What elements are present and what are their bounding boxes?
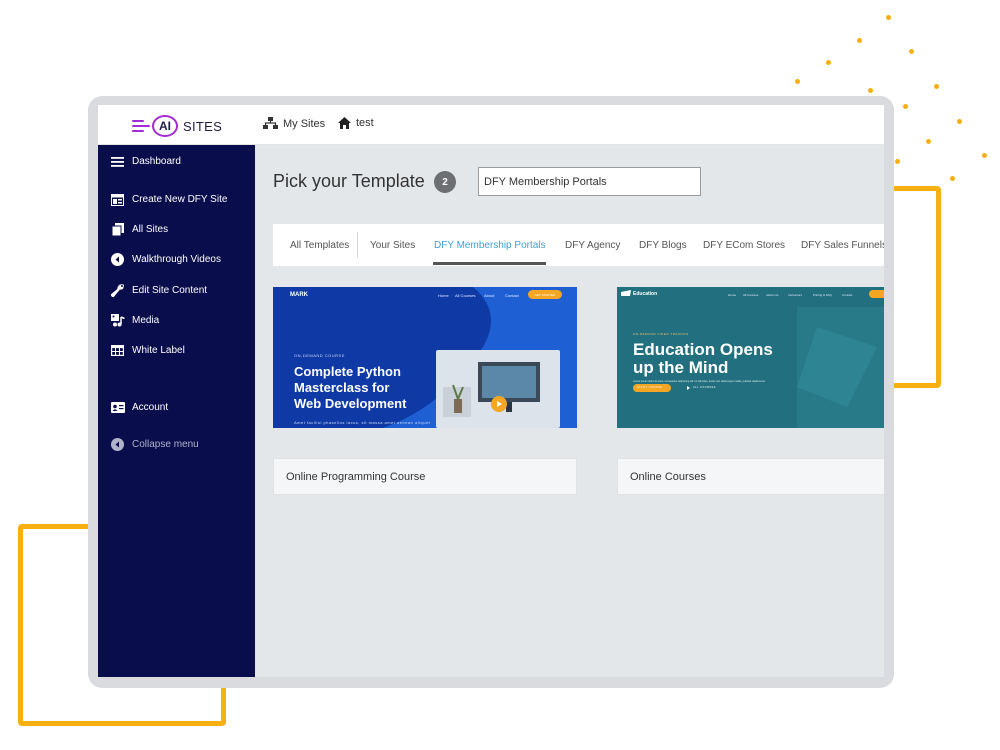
- hamburger-icon: [110, 154, 125, 169]
- sidebar-item-edit-site-content[interactable]: Edit Site Content: [110, 283, 207, 298]
- wrench-icon: [110, 283, 125, 298]
- template-card-title[interactable]: Online Programming Course: [273, 458, 577, 495]
- preview-nav-item: Instructors: [788, 293, 803, 297]
- collapse-icon: [110, 437, 125, 452]
- tab-dfy-agency[interactable]: DFY Agency: [565, 224, 620, 266]
- sidebar-item-label: White Label: [132, 345, 185, 356]
- sidebar-item-white-label[interactable]: White Label: [110, 343, 185, 358]
- tab-dfy-sales-funnels[interactable]: DFY Sales Funnels: [801, 224, 884, 266]
- sidebar-item-dashboard[interactable]: Dashboard: [110, 154, 181, 169]
- preview-get-started-button: GET STARTED: [528, 290, 562, 299]
- brand-logo[interactable]: AI SITES: [132, 114, 222, 138]
- template-card[interactable]: Education Home All Courses About Us Inst…: [617, 287, 884, 495]
- sidebar-item-label: Create New DFY Site: [132, 194, 228, 205]
- sidebar-item-label: All Sites: [132, 224, 169, 235]
- sidebar: Dashboard Create New DFY Site All Sites …: [98, 145, 255, 677]
- sidebar-item-account[interactable]: Account: [110, 400, 168, 415]
- preview-heading: Education Opens up the Mind: [633, 340, 773, 377]
- preview-eyebrow: ON-DEMAND COURSE: [294, 353, 345, 358]
- preview-nav-item: Contact: [842, 293, 853, 297]
- tab-dfy-blogs[interactable]: DFY Blogs: [639, 224, 687, 266]
- logo-ai-mark: AI: [152, 115, 178, 137]
- preview-nav-item: All Courses: [743, 293, 759, 297]
- copy-icon: [110, 222, 125, 237]
- tab-your-sites[interactable]: Your Sites: [370, 224, 415, 266]
- sidebar-item-label: Dashboard: [132, 156, 181, 167]
- template-icon: [110, 192, 125, 207]
- step-badge: 2: [434, 171, 456, 193]
- template-preview-image[interactable]: MARK Home All Courses About Contact GET …: [273, 287, 577, 428]
- breadcrumb-label: test: [356, 117, 374, 129]
- home-icon: [338, 117, 351, 129]
- preview-nav-item: Contact: [505, 293, 519, 298]
- preview-heading: Complete Python Masterclass for Web Deve…: [294, 364, 407, 411]
- preview-brand: MARK: [290, 292, 308, 298]
- sidebar-item-walkthrough-videos[interactable]: Walkthrough Videos: [110, 252, 221, 267]
- preview-nav-item: About: [484, 293, 495, 298]
- sidebar-item-label: Collapse menu: [132, 439, 199, 450]
- main-content: Pick your Template 2 All Templates Your …: [255, 145, 884, 677]
- tab-divider: [357, 232, 358, 258]
- template-preview-image[interactable]: Education Home All Courses About Us Inst…: [617, 287, 884, 428]
- preview-nav-item: Home: [438, 293, 449, 298]
- template-search-input[interactable]: [478, 167, 701, 196]
- tab-dfy-membership-portals[interactable]: DFY Membership Portals: [434, 224, 546, 266]
- top-bar: AI SITES My Sites test: [98, 105, 884, 145]
- sidebar-item-label: Account: [132, 402, 169, 413]
- preview-brand: Education: [633, 291, 658, 297]
- app-window: AI SITES My Sites test Dashboard Create …: [98, 105, 884, 677]
- logo-word: SITES: [183, 118, 223, 134]
- tab-dfy-ecom-stores[interactable]: DFY ECom Stores: [703, 224, 785, 266]
- sidebar-item-create-new-dfy-site[interactable]: Create New DFY Site: [110, 192, 227, 207]
- preview-nav-item: Home: [728, 293, 737, 297]
- preview-cta: START COURSE: [637, 386, 663, 389]
- breadcrumb-my-sites[interactable]: My Sites: [263, 117, 325, 130]
- preview-nav-item: All Courses: [455, 293, 476, 298]
- sitemap-icon: [263, 117, 278, 129]
- template-tabs: All Templates Your Sites DFY Membership …: [273, 224, 884, 266]
- sidebar-item-media[interactable]: Media: [110, 313, 159, 328]
- sidebar-item-label: Edit Site Content: [132, 285, 208, 296]
- sidebar-item-all-sites[interactable]: All Sites: [110, 222, 168, 237]
- preview-secondary-cta: ALL COURSES: [693, 386, 716, 389]
- template-card-title[interactable]: Online Courses: [617, 458, 884, 495]
- sidebar-item-label: Walkthrough Videos: [132, 254, 221, 265]
- tab-all-templates[interactable]: All Templates: [290, 224, 349, 266]
- breadcrumb-current-site[interactable]: test: [338, 117, 374, 129]
- breadcrumb-label: My Sites: [283, 117, 326, 130]
- sidebar-item-label: Media: [132, 315, 160, 326]
- circuit-lines-icon: [132, 118, 150, 134]
- play-circle-icon: [110, 252, 125, 267]
- template-card[interactable]: MARK Home All Courses About Contact GET …: [273, 287, 577, 495]
- id-card-icon: [110, 400, 125, 415]
- preview-blurb: Amet facilisi phasellus lacus, sit massa…: [294, 420, 431, 425]
- preview-nav-item: About Us: [766, 293, 779, 297]
- preview-blurb: Lorem ipsum dolor sit amet, consectetur …: [633, 380, 766, 383]
- active-tab-indicator: [433, 262, 546, 265]
- table-icon: [110, 343, 125, 358]
- preview-eyebrow: ON-DEMAND VIDEO TRAINING: [633, 332, 689, 336]
- page-title: Pick your Template: [273, 171, 425, 191]
- stage: AI SITES My Sites test Dashboard Create …: [0, 0, 1000, 750]
- sidebar-collapse-menu[interactable]: Collapse menu: [110, 437, 199, 452]
- media-icon: [110, 313, 125, 328]
- preview-nav-item: Pricing & FAQ: [813, 293, 832, 297]
